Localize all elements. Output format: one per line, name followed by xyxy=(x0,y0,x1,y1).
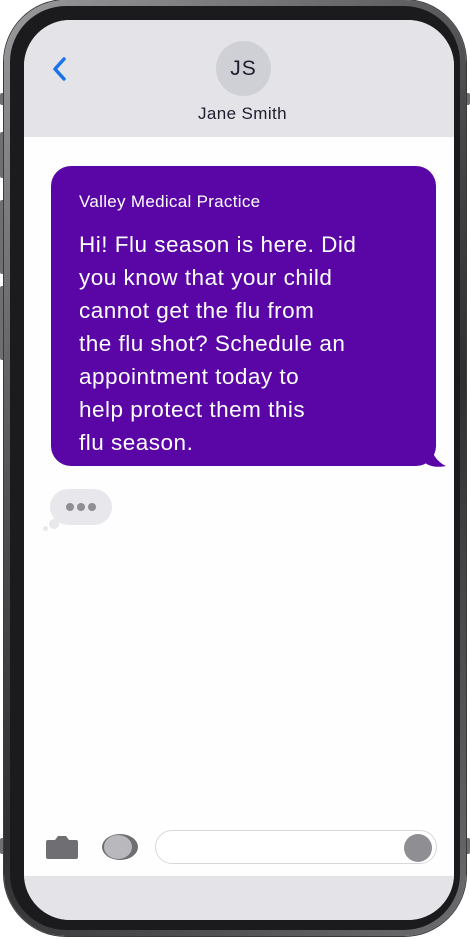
conversation-header: JS Jane Smith xyxy=(24,20,454,137)
typing-indicator xyxy=(50,489,112,525)
message-sender: Valley Medical Practice xyxy=(79,192,261,211)
phone-mockup: JS Jane Smith Valley Medical Practice Hi… xyxy=(0,0,470,939)
send-button[interactable] xyxy=(404,834,432,862)
message-input[interactable] xyxy=(155,830,437,864)
message-bubble[interactable]: Valley Medical Practice Hi! Flu season i… xyxy=(51,166,436,466)
avatar-initials: JS xyxy=(230,56,257,80)
contact-name[interactable]: Jane Smith xyxy=(24,104,454,124)
typing-dot-icon xyxy=(88,503,96,511)
typing-dot-icon xyxy=(66,503,74,511)
message-text: Hi! Flu season is here. Did you know tha… xyxy=(79,232,357,455)
camera-button[interactable] xyxy=(45,834,79,860)
apps-button[interactable] xyxy=(101,832,139,862)
camera-icon xyxy=(46,836,78,859)
home-indicator-area xyxy=(24,876,454,920)
typing-dot-icon xyxy=(77,503,85,511)
phone-frame: JS Jane Smith Valley Medical Practice Hi… xyxy=(4,0,466,936)
back-button[interactable] xyxy=(48,54,72,84)
typing-bubble-tail xyxy=(43,526,48,531)
avatar[interactable]: JS xyxy=(216,41,271,96)
typing-bubble-tail xyxy=(49,519,59,529)
app-store-icon xyxy=(102,834,138,860)
bubble-tail-icon xyxy=(424,444,446,467)
messages-screen: JS Jane Smith Valley Medical Practice Hi… xyxy=(24,20,454,920)
chevron-left-icon xyxy=(53,57,66,81)
